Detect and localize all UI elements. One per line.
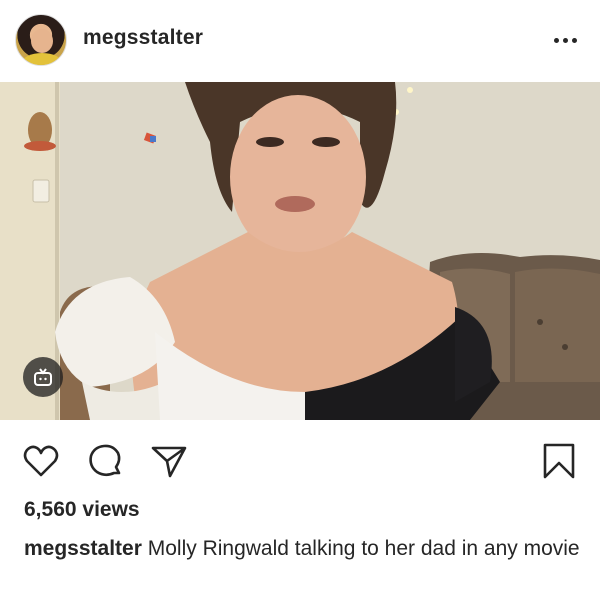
- username-link[interactable]: megsstalter: [83, 26, 203, 50]
- heart-icon[interactable]: [22, 442, 60, 480]
- more-dot: [562, 37, 568, 43]
- avatar-shirt: [22, 53, 62, 65]
- more-dot: [571, 37, 577, 43]
- caption-username[interactable]: megsstalter: [24, 537, 142, 560]
- avatar[interactable]: [15, 14, 67, 66]
- igtv-glyph: [34, 368, 52, 386]
- comment-icon[interactable]: [86, 442, 124, 480]
- bookmark-icon[interactable]: [540, 442, 578, 480]
- post-header: megsstalter: [0, 0, 600, 82]
- avatar-face: [31, 29, 53, 53]
- view-count[interactable]: 6,560 views: [24, 498, 140, 522]
- video-frame: [0, 82, 600, 420]
- action-bar: [0, 420, 600, 500]
- post-caption: megsstalter Molly Ringwald talking to he…: [24, 535, 584, 562]
- post-video[interactable]: [0, 82, 600, 420]
- more-options-icon[interactable]: [550, 32, 580, 48]
- share-icon[interactable]: [150, 442, 188, 480]
- more-dot: [553, 37, 559, 43]
- caption-text: Molly Ringwald talking to her dad in any…: [141, 537, 580, 560]
- igtv-video-icon[interactable]: [23, 357, 63, 397]
